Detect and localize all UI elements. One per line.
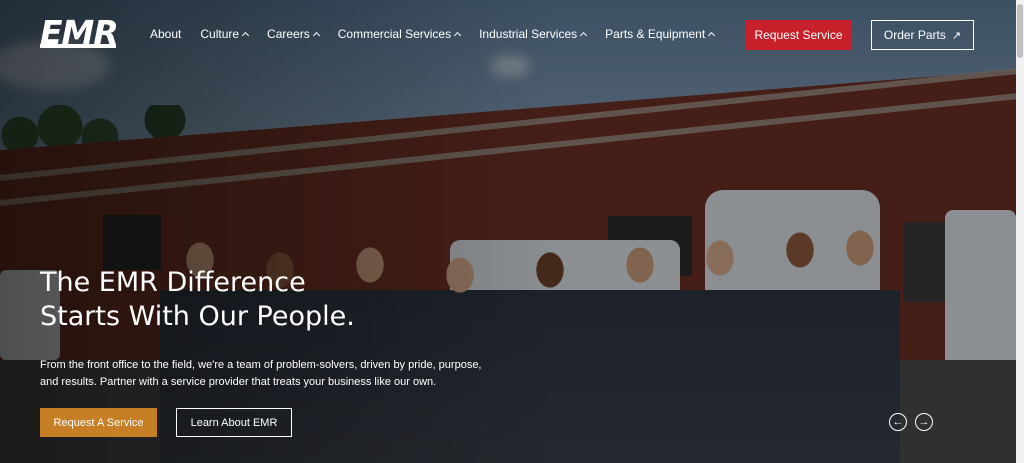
headline-line-1: The EMR Difference [40,267,306,298]
chevron-up-icon [580,31,588,40]
subtext-line-2: and results. Partner with a service prov… [40,376,437,388]
nav-item-label: Industrial Services [479,27,578,41]
nav-item-label: Commercial Services [337,27,452,41]
nav-item-parts-equipment[interactable]: Parts & Equipment [605,27,716,41]
nav-item-about[interactable]: About [150,27,181,41]
nav-item-commercial-services[interactable]: Commercial Services [337,27,462,41]
nav-item-label: Culture [200,27,240,41]
nav-links: About Culture Careers Commercial Service… [150,27,733,41]
logo-underline [40,44,116,48]
nav-item-label: Careers [267,27,310,41]
learn-about-emr-button[interactable]: Learn About EMR [176,408,292,437]
chevron-up-icon [708,31,716,40]
nav-item-careers[interactable]: Careers [267,27,320,41]
arrow-left-icon[interactable]: ← [889,413,907,431]
chevron-up-icon [454,31,462,40]
nav-item-culture[interactable]: Culture [200,27,250,41]
chevron-up-icon [312,31,320,40]
scrollbar-thumb[interactable] [1017,4,1023,58]
arrow-right-icon[interactable]: → [915,413,933,431]
nav-item-label: About [150,27,182,41]
chevron-up-icon [242,31,250,40]
external-arrow-icon: ↗ [951,29,962,42]
hero-headline: The EMR Difference Starts With Our Peopl… [40,266,520,334]
order-parts-label: Order Parts [883,28,946,42]
request-a-service-button[interactable]: Request A Service [40,408,157,437]
subtext-line-1: From the front office to the field, we'r… [40,359,482,371]
order-parts-button[interactable]: Order Parts ↗ [871,20,974,50]
hero-subtext: From the front office to the field, we'r… [40,357,510,391]
request-service-button[interactable]: Request Service [745,20,852,50]
top-nav: EMR About Culture Careers Commercial Ser… [0,0,1016,70]
headline-line-2: Starts With Our People. [40,301,355,332]
scrollbar[interactable] [1016,0,1024,463]
nav-item-industrial-services[interactable]: Industrial Services [479,27,588,41]
nav-item-label: Parts & Equipment [605,27,706,41]
